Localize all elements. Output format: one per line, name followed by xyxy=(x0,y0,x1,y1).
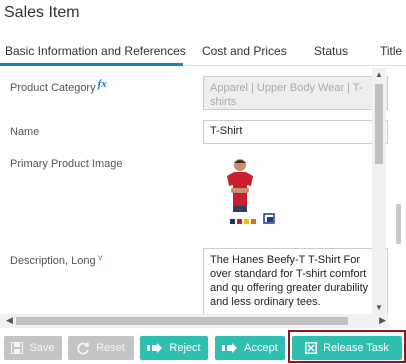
vertical-scroll-thumb[interactable] xyxy=(375,84,383,164)
fx-badge-icon[interactable]: fx xyxy=(98,78,107,90)
tab-basic-information[interactable]: Basic Information and References xyxy=(5,44,186,58)
tab-status[interactable]: Status xyxy=(314,44,348,58)
primary-image-label: Primary Product Image xyxy=(10,158,123,170)
product-category-label: Product Category fx xyxy=(10,78,107,94)
active-tab-indicator xyxy=(0,63,183,66)
accept-button[interactable]: Accept xyxy=(215,336,285,360)
scroll-right-icon[interactable]: ▶ xyxy=(379,315,386,326)
reject-button[interactable]: Reject xyxy=(140,336,208,360)
description-label: Description, Long ˅ xyxy=(10,253,103,267)
chevron-down-icon[interactable]: ˅ xyxy=(98,253,103,263)
content-vertical-scrollbar[interactable]: ▲ ▼ xyxy=(372,68,386,314)
release-task-highlight xyxy=(288,330,406,363)
reset-icon xyxy=(77,341,90,354)
scroll-up-icon[interactable]: ▲ xyxy=(375,70,383,79)
tab-cost-and-prices[interactable]: Cost and Prices xyxy=(202,44,287,58)
save-button[interactable]: Save xyxy=(4,336,62,360)
reset-button[interactable]: Reset xyxy=(68,336,134,360)
tab-title[interactable]: Title xyxy=(380,44,402,58)
tab-bar: Basic Information and References Cost an… xyxy=(0,36,406,68)
reject-icon xyxy=(147,343,163,353)
content-horizontal-scrollbar[interactable]: ◀ ▶ xyxy=(0,314,388,328)
description-field[interactable]: The Hanes Beefy-T T-Shirt For over stand… xyxy=(203,248,388,314)
page-title: Sales Item xyxy=(4,4,80,21)
scroll-left-icon[interactable]: ◀ xyxy=(6,315,13,326)
form-content: Product Category fx Apparel | Upper Body … xyxy=(0,68,388,314)
scroll-down-icon[interactable]: ▼ xyxy=(375,303,383,312)
name-field[interactable]: T-Shirt xyxy=(203,120,388,144)
product-image[interactable] xyxy=(218,156,278,232)
page-scroll-thumb[interactable] xyxy=(396,204,401,244)
name-label: Name xyxy=(10,126,40,138)
accept-icon xyxy=(222,343,238,353)
horizontal-scroll-thumb[interactable] xyxy=(16,317,348,325)
save-icon xyxy=(11,342,24,354)
product-category-field: Apparel | Upper Body Wear | T-shirts xyxy=(203,76,388,110)
